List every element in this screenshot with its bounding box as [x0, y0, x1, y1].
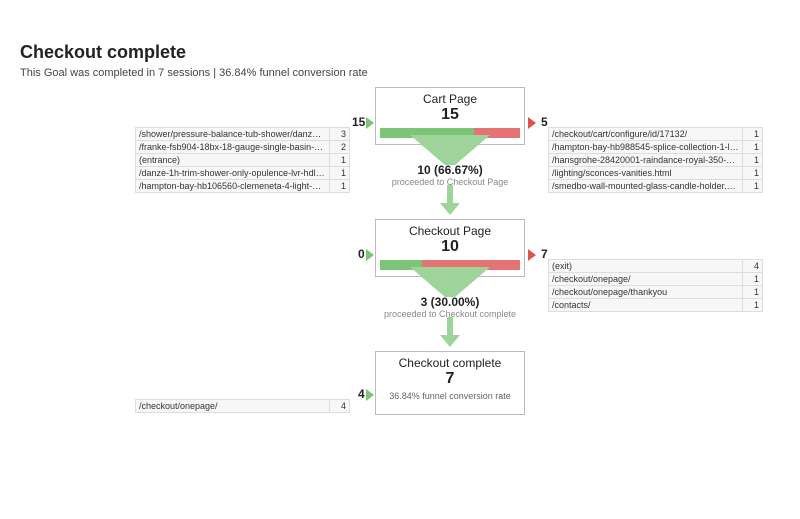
page-subtitle: This Goal was completed in 7 sessions | …: [20, 67, 780, 79]
step-count: 7: [380, 370, 520, 388]
step1-out-table: /checkout/cart/configure/id/17132/1 /ham…: [548, 127, 763, 193]
step-footnote: 36.84% funnel conversion rate: [380, 391, 520, 402]
step1-out-count: 5: [541, 115, 548, 129]
step2-out-count: 7: [541, 247, 548, 261]
arrow-in-icon: [366, 389, 374, 401]
step1-in-count: 15: [352, 115, 365, 129]
step-title: Checkout Page: [380, 224, 520, 238]
step3-in-table: /checkout/onepage/4: [135, 399, 350, 413]
step2-out-table: (exit)4 /checkout/onepage/1 /checkout/on…: [548, 259, 763, 312]
step-count: 15: [380, 106, 520, 124]
arrow-out-icon: [528, 249, 536, 261]
step3-in-count: 4: [358, 387, 365, 401]
page-title: Checkout complete: [20, 42, 780, 63]
step-checkout-complete: Checkout complete 7 36.84% funnel conver…: [375, 351, 525, 415]
arrow-out-icon: [528, 117, 536, 129]
arrow-in-icon: [366, 249, 374, 261]
funnel-diagram: Cart Page 15 15 5 10 (66.67%) proceeded …: [20, 87, 780, 507]
step-title: Checkout complete: [380, 356, 520, 370]
step1-proceed: 10 (66.67%) proceeded to Checkout Page: [375, 163, 525, 187]
arrow-in-icon: [366, 117, 374, 129]
step2-proceed: 3 (30.00%) proceeded to Checkout complet…: [375, 295, 525, 319]
step-title: Cart Page: [380, 92, 520, 106]
step-count: 10: [380, 238, 520, 256]
step2-in-count: 0: [358, 247, 365, 261]
step1-in-table: /shower/pressure-balance-tub-shower/danz…: [135, 127, 350, 193]
